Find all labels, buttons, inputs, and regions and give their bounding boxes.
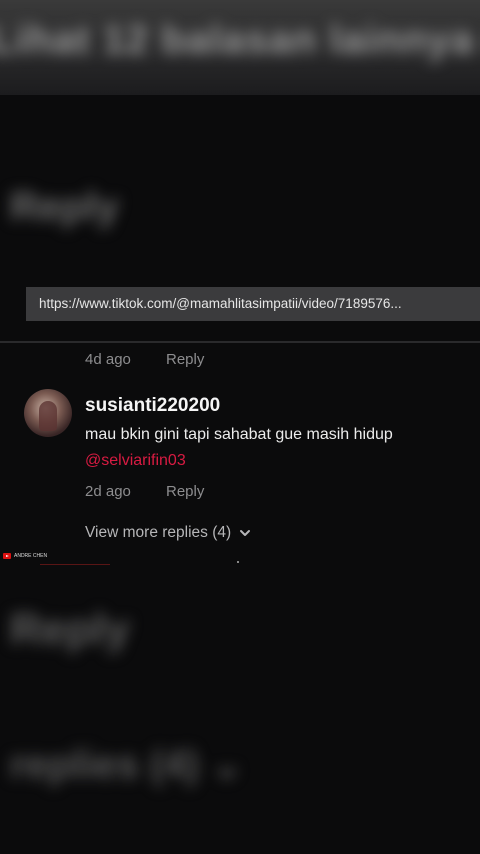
blurred-background-header: Lihat 12 balasan lainnya di TikTok (0, 0, 480, 95)
comment-age: 2d ago (85, 483, 131, 500)
blurred-header-text: Lihat 12 balasan lainnya di TikTok (0, 18, 480, 62)
comment-username[interactable]: susianti220200 (85, 395, 220, 417)
avatar[interactable] (24, 389, 72, 437)
video-link-bar[interactable]: https://www.tiktok.com/@mamahlitasimpati… (26, 287, 480, 321)
comment-reply-button[interactable]: Reply (166, 483, 204, 500)
video-link-url[interactable]: https://www.tiktok.com/@mamahlitasimpati… (39, 296, 402, 311)
view-more-replies-button[interactable]: View more replies (4) (85, 524, 251, 542)
play-icon (3, 553, 11, 559)
blurred-view-replies-text: replies (4) ⌄ (10, 743, 244, 787)
channel-watermark: ANDRE CHEN (3, 553, 47, 559)
divider (0, 341, 480, 343)
previous-comment-age: 4d ago (85, 351, 131, 368)
chevron-down-icon (240, 530, 251, 536)
blurred-reply-text-2: Reply (10, 605, 130, 654)
blurred-reply-text: Reply (10, 185, 119, 229)
artifact-dot (237, 561, 239, 563)
comment-mention-link[interactable]: @selviarifin03 (85, 452, 186, 470)
comment-text: mau bkin gini tapi sahabat gue masih hid… (85, 426, 393, 443)
watermark-underline (40, 564, 110, 565)
view-more-replies-label: View more replies (4) (85, 524, 232, 541)
previous-comment-reply-button[interactable]: Reply (166, 351, 204, 368)
avatar-figure (39, 401, 57, 431)
watermark-text: ANDRE CHEN (14, 553, 48, 559)
